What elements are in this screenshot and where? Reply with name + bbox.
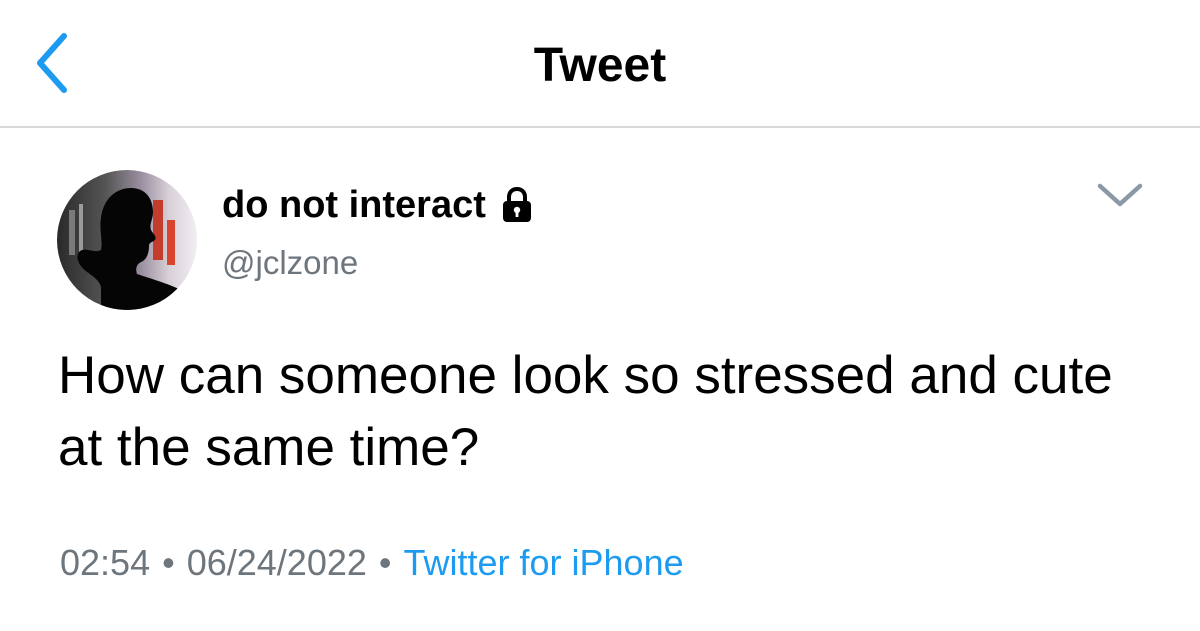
tweet-source-link[interactable]: Twitter for iPhone	[404, 542, 684, 583]
tweet-text: How can someone look so stressed and cut…	[58, 346, 1113, 477]
tweet-date: 06/24/2022	[186, 542, 367, 583]
author-handle[interactable]: @jclzone	[222, 243, 358, 283]
lock-icon	[500, 186, 534, 224]
more-options-button[interactable]	[1094, 176, 1146, 216]
tweet-metadata: 02:54 • 06/24/2022 • Twitter for iPhone	[60, 540, 684, 586]
separator-dot: •	[378, 542, 392, 583]
silhouette-avatar	[57, 170, 197, 310]
navigation-bar: Tweet	[0, 0, 1200, 128]
tweet-time: 02:54	[60, 542, 151, 583]
author-name-row: do not interact	[222, 180, 534, 230]
avatar[interactable]	[57, 170, 197, 310]
page-title: Tweet	[533, 39, 667, 92]
separator-dot: •	[162, 542, 175, 583]
display-name[interactable]: do not interact	[222, 182, 486, 228]
chevron-down-icon	[1097, 183, 1143, 207]
